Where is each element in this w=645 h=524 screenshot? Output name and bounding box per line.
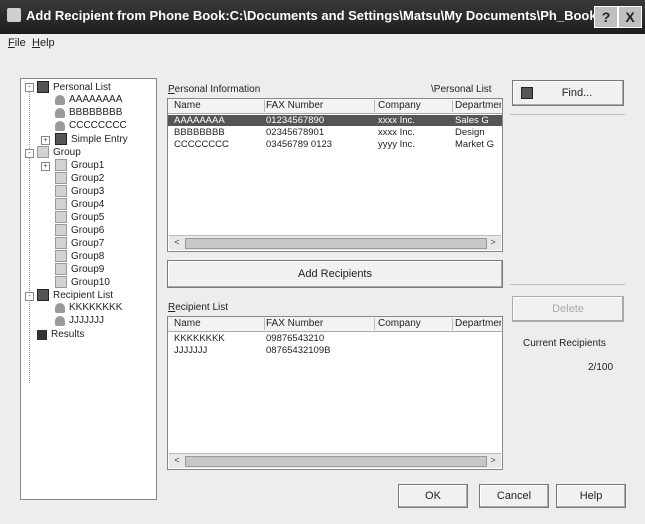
scroll-right-arrow[interactable]: > (487, 455, 499, 466)
tree-simple-entry[interactable]: Simple Entry (55, 133, 128, 145)
tree-entry[interactable]: CCCCCCCC (55, 120, 127, 131)
tree-personal-list[interactable]: Personal List (37, 81, 111, 93)
add-recipients-button[interactable]: Add Recipients (167, 260, 503, 288)
group-icon (55, 237, 67, 249)
person-icon (55, 315, 65, 326)
horizontal-scrollbar[interactable]: < > (169, 235, 501, 250)
tree-group-item[interactable]: Group10 (55, 276, 110, 288)
horizontal-scrollbar[interactable]: < > (169, 453, 501, 468)
results-icon (37, 329, 47, 340)
find-button[interactable]: Find... (512, 80, 624, 106)
close-button[interactable]: X (618, 6, 642, 28)
address-book-icon (37, 81, 49, 93)
help-dialog-button[interactable]: Help (556, 484, 626, 508)
window-title: Add Recipient from Phone Book:C:\Documen… (26, 8, 622, 23)
tree-recipient[interactable]: JJJJJJJ (55, 315, 104, 326)
menu-bar: File Help (0, 34, 645, 54)
collapse-personal-list[interactable]: - (25, 83, 34, 92)
menu-help[interactable]: Help (32, 37, 55, 49)
personal-information-list[interactable]: Name FAX Number Company Department AAAAA… (167, 98, 503, 252)
column-header-department[interactable]: Department (455, 100, 501, 112)
current-recipients-count: 2/100 (588, 362, 614, 373)
column-header-name[interactable]: Name (174, 100, 265, 112)
column-header-fax[interactable]: FAX Number (266, 318, 375, 330)
personal-list-path: \Personal List (431, 84, 492, 95)
group-icon (37, 146, 49, 158)
help-button[interactable]: ? (594, 6, 618, 28)
app-icon (7, 8, 21, 22)
separator (510, 284, 625, 285)
person-icon (55, 94, 65, 105)
phone-book-icon (521, 87, 533, 99)
table-row[interactable]: AAAAAAAA 01234567890 xxxx Inc. Sales G (168, 115, 502, 126)
column-header-company[interactable]: Company (378, 100, 453, 112)
scroll-right-arrow[interactable]: > (487, 237, 499, 248)
column-header-department[interactable]: Department (455, 318, 501, 330)
tree-group-item[interactable]: Group1 (55, 159, 104, 171)
group-icon (55, 159, 67, 171)
phone-book-tree[interactable]: - Personal List AAAAAAAA BBBBBBBB CCCCCC… (20, 78, 157, 500)
recipient-list[interactable]: Name FAX Number Company Department KKKKK… (167, 316, 503, 470)
ok-button[interactable]: OK (398, 484, 468, 508)
tree-results[interactable]: Results (37, 329, 84, 340)
group-icon (55, 250, 67, 262)
tree-group-item[interactable]: Group2 (55, 172, 104, 184)
collapse-group[interactable]: - (25, 149, 34, 158)
column-header-name[interactable]: Name (174, 318, 265, 330)
group-icon (55, 198, 67, 210)
column-header-fax[interactable]: FAX Number (266, 100, 375, 112)
group-icon (55, 276, 67, 288)
separator (510, 114, 625, 115)
title-bar: Add Recipient from Phone Book:C:\Documen… (0, 0, 645, 34)
table-row[interactable]: BBBBBBBB 02345678901 xxxx Inc. Design (168, 127, 502, 138)
collapse-recipient-list[interactable]: - (25, 292, 34, 301)
address-book-icon (55, 133, 67, 145)
tree-group-item[interactable]: Group4 (55, 198, 104, 210)
expand-simple-entry[interactable]: + (41, 136, 50, 145)
personal-information-label: Personal Information (168, 84, 261, 95)
person-icon (55, 107, 65, 118)
tree-group-item[interactable]: Group5 (55, 211, 104, 223)
column-header-company[interactable]: Company (378, 318, 453, 330)
cancel-button[interactable]: Cancel (479, 484, 549, 508)
group-icon (55, 172, 67, 184)
group-icon (55, 211, 67, 223)
list-header: Name FAX Number Company Department (168, 99, 502, 114)
scroll-left-arrow[interactable]: < (171, 237, 183, 248)
tree-group-item[interactable]: Group7 (55, 237, 104, 249)
scroll-thumb[interactable] (185, 238, 487, 249)
tree-group-item[interactable]: Group6 (55, 224, 104, 236)
current-recipients-label: Current Recipients (523, 338, 606, 349)
dialog-window: Add Recipient from Phone Book:C:\Documen… (0, 0, 645, 524)
tree-recipient[interactable]: KKKKKKKK (55, 302, 122, 313)
menu-file[interactable]: File (8, 37, 26, 49)
table-row[interactable]: KKKKKKKK 09876543210 (168, 333, 502, 344)
tree-recipient-list[interactable]: Recipient List (37, 289, 113, 301)
person-icon (55, 302, 65, 313)
group-icon (55, 224, 67, 236)
scroll-thumb[interactable] (185, 456, 487, 467)
tree-group-item[interactable]: Group9 (55, 263, 104, 275)
tree-group[interactable]: Group (37, 146, 81, 158)
group-icon (55, 185, 67, 197)
person-icon (55, 120, 65, 131)
list-header: Name FAX Number Company Department (168, 317, 502, 332)
tree-group-item[interactable]: Group8 (55, 250, 104, 262)
delete-button[interactable]: Delete (512, 296, 624, 322)
table-row[interactable]: CCCCCCCC 03456789 0123 yyyy Inc. Market … (168, 139, 502, 150)
tree-entry[interactable]: AAAAAAAA (55, 94, 122, 105)
scroll-left-arrow[interactable]: < (171, 455, 183, 466)
group-icon (55, 263, 67, 275)
address-book-icon (37, 289, 49, 301)
tree-entry[interactable]: BBBBBBBB (55, 107, 122, 118)
expand-group1[interactable]: + (41, 162, 50, 171)
table-row[interactable]: JJJJJJJ 08765432109B (168, 345, 502, 356)
recipient-list-label: Recipient List (168, 302, 229, 313)
tree-group-item[interactable]: Group3 (55, 185, 104, 197)
